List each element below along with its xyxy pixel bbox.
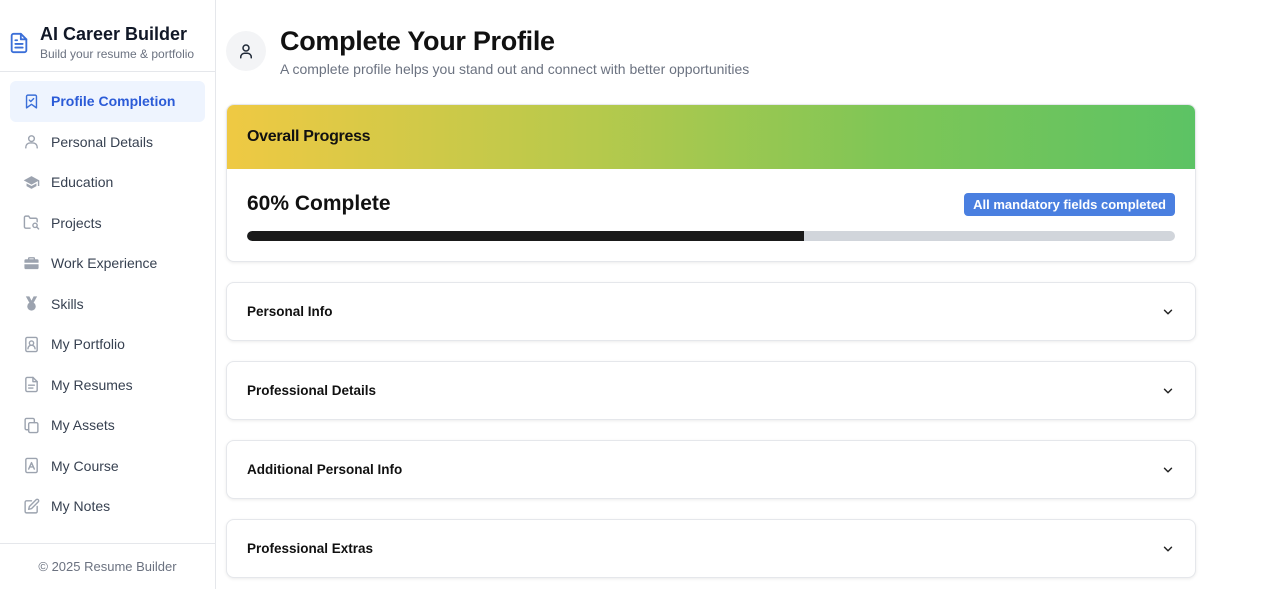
bookmark-check-icon (23, 93, 40, 110)
page-header: Complete Your Profile A complete profile… (226, 0, 1280, 104)
sidebar-item-work-experience[interactable]: Work Experience (10, 243, 205, 284)
section-additional-personal-info[interactable]: Additional Personal Info (226, 440, 1196, 499)
progress-percent-text: 60% Complete (247, 192, 391, 215)
file-text-icon (23, 376, 40, 393)
portfolio-icon (23, 336, 40, 353)
sidebar-nav: Profile Completion Personal Details Educ… (0, 72, 215, 543)
sidebar-item-my-assets[interactable]: My Assets (10, 405, 205, 446)
section-label: Professional Extras (247, 541, 374, 556)
main-content: Complete Your Profile A complete profile… (216, 0, 1280, 589)
section-label: Additional Personal Info (247, 462, 403, 477)
section-personal-info[interactable]: Personal Info (226, 282, 1196, 341)
section-label: Professional Details (247, 383, 377, 398)
sidebar-item-projects[interactable]: Projects (10, 203, 205, 244)
sidebar-item-personal-details[interactable]: Personal Details (10, 122, 205, 163)
sidebar-item-label: Personal Details (51, 133, 153, 150)
progress-card: Overall Progress 60% Complete All mandat… (226, 104, 1196, 262)
section-professional-details[interactable]: Professional Details (226, 361, 1196, 420)
section-professional-extras[interactable]: Professional Extras (226, 519, 1196, 578)
status-badge: All mandatory fields completed (964, 192, 1175, 216)
folder-search-icon (23, 214, 40, 231)
sidebar-item-my-resumes[interactable]: My Resumes (10, 365, 205, 406)
sidebar: AI Career Builder Build your resume & po… (0, 0, 216, 589)
sidebar-item-label: My Course (51, 457, 119, 474)
progress-body: 60% Complete All mandatory fields comple… (227, 169, 1195, 261)
page-title: Complete Your Profile (280, 26, 555, 56)
sidebar-item-label: Projects (51, 214, 102, 231)
sidebar-item-profile-completion[interactable]: Profile Completion (10, 81, 205, 122)
user-icon (23, 133, 40, 150)
sidebar-item-my-notes[interactable]: My Notes (10, 486, 205, 527)
section-label: Personal Info (247, 304, 333, 319)
brand: AI Career Builder Build your resume & po… (0, 0, 215, 72)
document-icon (8, 30, 30, 58)
sidebar-item-label: My Notes (51, 498, 111, 515)
sidebar-item-my-course[interactable]: My Course (10, 446, 205, 487)
app-title: AI Career Builder (40, 24, 188, 44)
progress-bar-track (247, 231, 1175, 241)
sidebar-item-education[interactable]: Education (10, 162, 205, 203)
chevron-down-icon[interactable] (1161, 463, 1175, 477)
sidebar-item-label: My Portfolio (51, 336, 125, 353)
chevron-down-icon[interactable] (1161, 542, 1175, 556)
sidebar-item-label: Education (51, 174, 114, 191)
chevron-down-icon[interactable] (1161, 384, 1175, 398)
sidebar-item-skills[interactable]: Skills (10, 284, 205, 325)
chevron-down-icon[interactable] (1161, 305, 1175, 319)
edit-note-icon (23, 498, 40, 515)
graduation-cap-icon (23, 174, 40, 191)
page-subtitle: A complete profile helps you stand out a… (280, 61, 750, 77)
app-subtitle: Build your resume & portfolio (40, 47, 195, 61)
copy-icon (23, 417, 40, 434)
sidebar-footer: © 2025 Resume Builder (0, 543, 215, 589)
sidebar-item-label: Profile Completion (51, 93, 176, 110)
sidebar-item-my-portfolio[interactable]: My Portfolio (10, 324, 205, 365)
medal-icon (23, 295, 40, 312)
sidebar-item-label: Work Experience (51, 255, 158, 272)
progress-banner: Overall Progress (227, 105, 1195, 169)
app-root: AI Career Builder Build your resume & po… (0, 0, 1280, 589)
briefcase-icon (23, 255, 40, 272)
sidebar-item-label: My Resumes (51, 376, 133, 393)
user-icon (226, 31, 266, 71)
sidebar-item-label: My Assets (51, 417, 115, 434)
book-icon (23, 457, 40, 474)
sidebar-item-label: Skills (51, 295, 84, 312)
progress-bar-fill (247, 231, 804, 241)
